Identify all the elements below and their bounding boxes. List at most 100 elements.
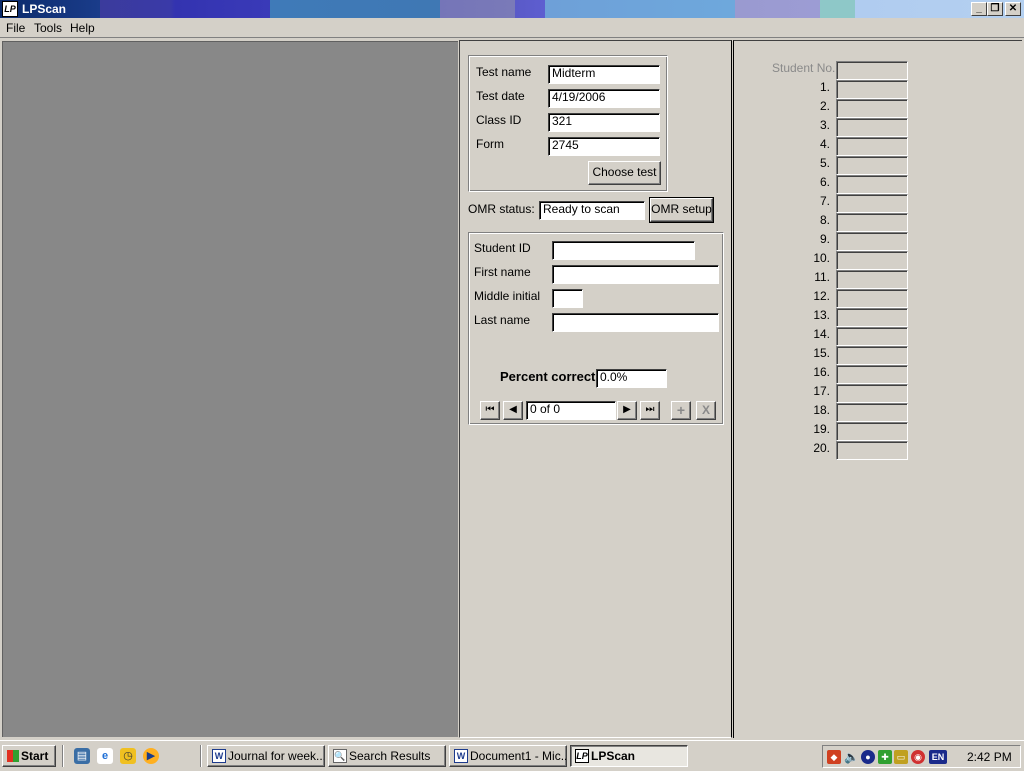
test-date-label: Test date <box>476 89 525 103</box>
word-document-icon: W <box>212 749 226 763</box>
test-date-field[interactable]: 4/19/2006 <box>548 89 660 108</box>
answer-number-label: 1. <box>819 80 830 94</box>
answer-field <box>836 384 908 403</box>
test-name-label: Test name <box>476 65 532 79</box>
answer-field <box>836 289 908 308</box>
last-record-button[interactable]: ⏭ <box>640 401 660 420</box>
app-icon[interactable]: LP <box>2 1 18 17</box>
menu-bar: File Tools Help <box>0 18 1024 38</box>
windows-logo-icon <box>7 750 19 762</box>
start-button[interactable]: Start <box>2 745 56 767</box>
omr-status-field: Ready to scan <box>539 201 645 220</box>
record-position-field[interactable]: 0 of 0 <box>526 401 616 420</box>
answer-number-label: 18. <box>813 403 830 417</box>
task-document1[interactable]: W Document1 - Mic... <box>449 745 567 767</box>
search-icon: 🔍 <box>333 749 347 763</box>
first-record-button[interactable]: ⏮ <box>480 401 500 420</box>
next-record-button[interactable]: ▶ <box>617 401 637 420</box>
volume-icon[interactable]: 🔈 <box>844 750 859 764</box>
answer-number-label: 8. <box>819 213 830 227</box>
answer-number-label: 10. <box>813 251 830 265</box>
internet-explorer-icon[interactable]: e <box>97 748 113 764</box>
middle-initial-label: Middle initial <box>474 289 541 303</box>
previous-record-button[interactable]: ◀ <box>503 401 523 420</box>
answer-field <box>836 365 908 384</box>
choose-test-button[interactable]: Choose test <box>588 161 661 185</box>
answer-field <box>836 232 908 251</box>
menu-tools[interactable]: Tools <box>34 21 62 35</box>
taskbar-divider <box>62 745 64 767</box>
answer-number-label: 6. <box>819 175 830 189</box>
scan-image-pane <box>2 41 458 737</box>
task-search-results[interactable]: 🔍 Search Results <box>328 745 446 767</box>
task-journal[interactable]: W Journal for week... <box>207 745 325 767</box>
network-icon[interactable]: ◆ <box>827 750 841 764</box>
answer-number-label: 9. <box>819 232 830 246</box>
task-label: Journal for week... <box>228 749 325 763</box>
answer-field <box>836 175 908 194</box>
form-field[interactable]: 2745 <box>548 137 660 156</box>
clock[interactable]: 2:42 PM <box>967 750 1012 764</box>
taskbar: Start ▤ e ◷ ▶ W Journal for week... 🔍 Se… <box>0 740 1024 771</box>
add-icon: + <box>676 402 686 418</box>
window-title: LPScan <box>22 2 67 16</box>
task-lpscan[interactable]: LP LPScan <box>570 745 688 767</box>
display-icon[interactable]: ▭ <box>894 750 908 764</box>
sync-icon[interactable]: ✚ <box>878 750 892 764</box>
delete-record-button[interactable]: X <box>696 401 716 420</box>
answer-number-label: 7. <box>819 194 830 208</box>
previous-record-icon: ◀ <box>509 404 517 415</box>
system-tray: ◆ 🔈 ● ✚ ▭ ◉ EN 2:42 PM <box>822 745 1021 768</box>
answer-number-label: 19. <box>813 422 830 436</box>
show-desktop-icon[interactable]: ▤ <box>74 748 90 764</box>
answer-number-label: 20. <box>813 441 830 455</box>
percent-correct-field: 0.0% <box>596 369 667 388</box>
answer-number-label: 5. <box>819 156 830 170</box>
lpscan-app-icon: LP <box>575 749 589 763</box>
next-record-icon: ▶ <box>623 404 631 415</box>
task-label: LPScan <box>591 749 636 763</box>
menu-help[interactable]: Help <box>70 21 95 35</box>
answer-field <box>836 194 908 213</box>
minimize-button[interactable]: _ <box>971 2 987 16</box>
first-name-field[interactable] <box>552 265 719 284</box>
answer-field <box>836 422 908 441</box>
language-indicator[interactable]: EN <box>929 750 947 764</box>
security-icon[interactable]: ● <box>861 750 875 764</box>
answer-number-label: 14. <box>813 327 830 341</box>
last-name-field[interactable] <box>552 313 719 332</box>
title-bar[interactable]: LP LPScan _ ❐ ✕ <box>0 0 1024 18</box>
start-label: Start <box>21 749 49 763</box>
antivirus-icon[interactable]: ◉ <box>911 750 925 764</box>
media-player-icon[interactable]: ▶ <box>143 748 159 764</box>
class-id-field[interactable]: 321 <box>548 113 660 132</box>
first-record-icon: ⏮ <box>485 404 495 415</box>
menu-file[interactable]: File <box>6 21 25 35</box>
omr-setup-button[interactable]: OMR setup <box>649 197 714 223</box>
answer-field <box>836 308 908 327</box>
answer-field <box>836 156 908 175</box>
test-name-field[interactable]: Midterm <box>548 65 660 84</box>
answer-number-label: 15. <box>813 346 830 360</box>
add-record-button[interactable]: + <box>671 401 691 420</box>
restore-button[interactable]: ❐ <box>987 2 1003 16</box>
student-id-label: Student ID <box>474 241 531 255</box>
answer-number-label: 16. <box>813 365 830 379</box>
outlook-express-icon[interactable]: ◷ <box>120 748 136 764</box>
answer-number-label: 11. <box>814 270 830 284</box>
answer-number-label: 3. <box>819 118 830 132</box>
answer-field <box>836 251 908 270</box>
answer-field <box>836 137 908 156</box>
answer-field <box>836 441 908 460</box>
last-name-label: Last name <box>474 313 531 327</box>
answer-number-label: 2. <box>819 99 830 113</box>
form-label: Form <box>476 137 504 151</box>
answer-number-label: 12. <box>813 289 830 303</box>
answer-field <box>836 327 908 346</box>
close-button[interactable]: ✕ <box>1005 2 1021 16</box>
middle-initial-field[interactable] <box>552 289 583 308</box>
answer-field <box>836 80 908 99</box>
student-id-field[interactable] <box>552 241 695 260</box>
class-id-label: Class ID <box>476 113 522 127</box>
last-record-icon: ⏭ <box>645 404 655 415</box>
